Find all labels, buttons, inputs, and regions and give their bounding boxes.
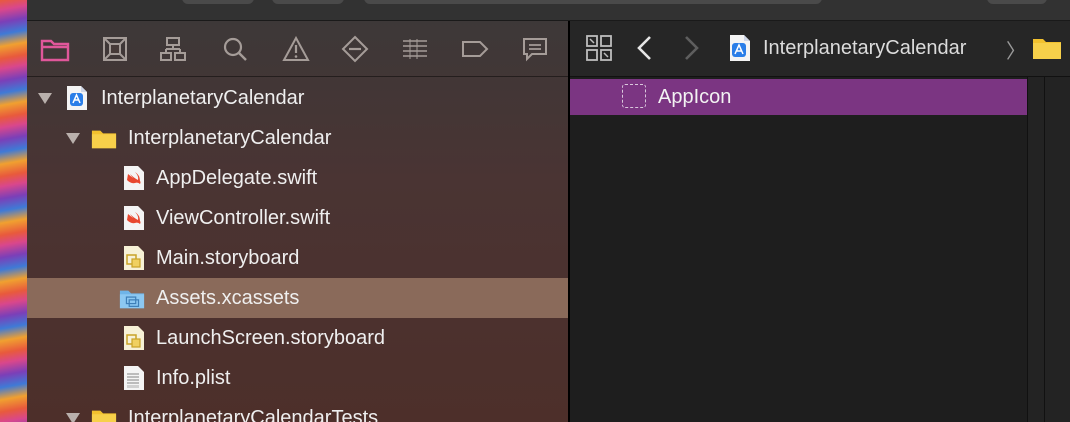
gutter-divider xyxy=(1044,77,1045,422)
storyboard-file-icon xyxy=(124,326,144,350)
disclosure-triangle-icon[interactable] xyxy=(66,133,80,144)
toolbar-button[interactable] xyxy=(272,0,344,4)
tree-row-label: InterplanetaryCalendar xyxy=(101,87,305,109)
asset-detail-pane xyxy=(1027,77,1070,422)
activity-view xyxy=(364,0,822,4)
tree-row-group[interactable]: InterplanetaryCalendarTests xyxy=(27,398,568,422)
navigator-selector-bar xyxy=(27,21,568,77)
swift-file-icon xyxy=(124,206,144,230)
test-navigator-icon[interactable] xyxy=(340,35,370,63)
asset-row-selected[interactable]: AppIcon xyxy=(570,79,1027,115)
toolbar-button[interactable] xyxy=(987,0,1047,4)
folder-icon xyxy=(91,410,117,422)
find-navigator-icon[interactable] xyxy=(220,35,250,63)
toolbar-button[interactable] xyxy=(182,0,254,4)
tree-row-file[interactable]: AppDelegate.swift xyxy=(27,158,568,198)
folder-icon[interactable] xyxy=(1032,36,1062,60)
forward-arrow-icon[interactable] xyxy=(682,35,700,66)
jump-bar: InterplanetaryCalendar 〉 xyxy=(570,21,1070,77)
tree-row-label: InterplanetaryCalendarTests xyxy=(128,407,379,422)
desktop-wallpaper-edge xyxy=(0,0,27,422)
asset-list: AppIcon xyxy=(570,77,1027,422)
window-toolbar xyxy=(27,0,1070,21)
tree-row-file-selected[interactable]: Assets.xcassets xyxy=(27,278,568,318)
jump-bar-project[interactable]: InterplanetaryCalendar xyxy=(763,37,966,60)
tree-row-label: InterplanetaryCalendar xyxy=(128,127,332,149)
disclosure-triangle-icon[interactable] xyxy=(38,93,52,104)
jump-bar-separator: 〉 xyxy=(1006,41,1026,63)
symbol-navigator-icon[interactable] xyxy=(158,35,188,63)
project-navigator: InterplanetaryCalendar InterplanetaryCal… xyxy=(27,21,568,422)
folder-navigator-icon[interactable] xyxy=(40,35,70,63)
breakpoint-navigator-icon[interactable] xyxy=(460,35,490,63)
tree-row-label: LaunchScreen.storyboard xyxy=(156,327,386,349)
folder-icon xyxy=(91,130,117,149)
tree-row-label: Assets.xcassets xyxy=(156,287,300,309)
asset-catalog-icon xyxy=(119,290,145,309)
tree-row-file[interactable]: Main.storyboard xyxy=(27,238,568,278)
project-icon xyxy=(730,35,750,61)
debug-navigator-icon[interactable] xyxy=(400,35,430,63)
disclosure-triangle-icon[interactable] xyxy=(66,413,80,422)
issue-navigator-icon[interactable] xyxy=(281,35,311,63)
project-icon xyxy=(67,86,87,110)
back-arrow-icon[interactable] xyxy=(636,35,654,66)
tree-row-label: AppDelegate.swift xyxy=(156,167,318,189)
tree-row-file[interactable]: Info.plist xyxy=(27,358,568,398)
swift-file-icon xyxy=(124,166,144,190)
asset-row-label: AppIcon xyxy=(658,86,732,108)
tree-row-group[interactable]: InterplanetaryCalendar xyxy=(27,118,568,158)
related-items-icon[interactable] xyxy=(586,35,612,66)
storyboard-file-icon xyxy=(124,246,144,270)
app-icon-placeholder-icon xyxy=(622,84,646,108)
tree-row-project[interactable]: InterplanetaryCalendar xyxy=(27,78,568,118)
tree-row-file[interactable]: LaunchScreen.storyboard xyxy=(27,318,568,358)
source-control-navigator-icon[interactable] xyxy=(100,35,130,63)
tree-row-label: Info.plist xyxy=(156,367,231,389)
report-navigator-icon[interactable] xyxy=(520,35,550,63)
plist-file-icon xyxy=(124,366,144,390)
tree-row-label: Main.storyboard xyxy=(156,247,300,269)
tree-row-label: ViewController.swift xyxy=(156,207,331,229)
tree-row-file[interactable]: ViewController.swift xyxy=(27,198,568,238)
